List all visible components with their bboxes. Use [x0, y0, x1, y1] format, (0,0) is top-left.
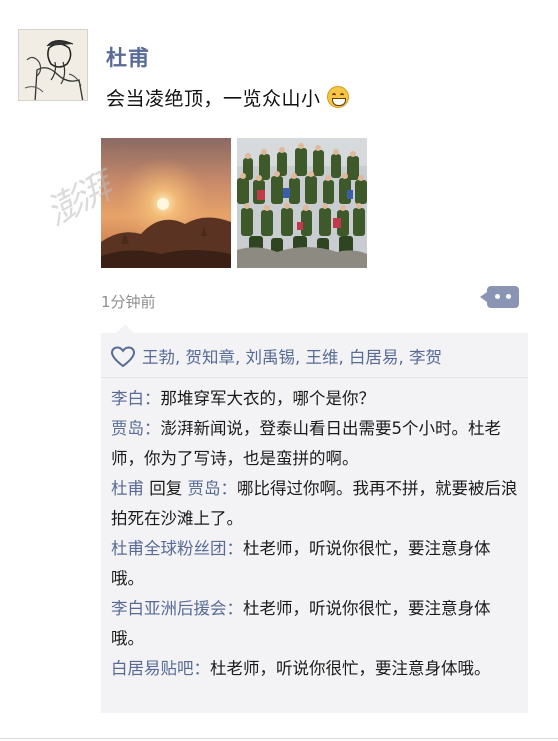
comment-separator: ：: [226, 599, 244, 618]
comment-separator: ：: [226, 539, 244, 558]
heart-outline-icon: [110, 346, 136, 368]
comment-text: 澎湃新闻说，登泰山看日出需要5个小时。杜老师，你为了写诗，也是蛮拼的啊。: [111, 419, 501, 468]
comment-item[interactable]: 贾岛：澎湃新闻说，登泰山看日出需要5个小时。杜老师，你为了写诗，也是蛮拼的啊。: [111, 414, 523, 474]
comment-text: 杜老师，听说你很忙，要注意身体哦。: [210, 659, 491, 678]
likes-divider: [101, 377, 528, 378]
comment-separator: ：: [193, 659, 211, 678]
avatar-portrait-sketch: [19, 30, 87, 100]
comment-action-button[interactable]: [480, 286, 519, 308]
comment-item[interactable]: 白居易贴吧：杜老师，听说你很忙，要注意身体哦。: [111, 654, 523, 684]
comment-item[interactable]: 李白亚洲后援会：杜老师，听说你很忙，要注意身体哦。: [111, 594, 523, 654]
comment-text: 那堆穿军大衣的，哪个是你？: [160, 389, 376, 408]
photo-crowd[interactable]: [237, 138, 367, 268]
comment-list: 李白：那堆穿军大衣的，哪个是你？ 贾岛：澎湃新闻说，登泰山看日出需要5个小时。杜…: [111, 384, 523, 684]
post-timestamp: 1分钟前: [101, 293, 156, 311]
comment-bubble-icon: [480, 292, 487, 302]
commenter-name[interactable]: 杜甫: [111, 479, 144, 498]
reply-word: 回复: [144, 479, 188, 498]
likes-and-comments-panel: 王勃, 贺知章, 刘禹锡, 王维, 白居易, 李贺 李白：那堆穿军大衣的，哪个是…: [101, 333, 528, 713]
comment-item[interactable]: 李白：那堆穿军大衣的，哪个是你？: [111, 384, 523, 414]
comment-separator: ：: [220, 479, 238, 498]
commenter-name[interactable]: 李白亚洲后援会: [111, 599, 227, 618]
post-text-line: 会当凌绝顶，一览众山小: [106, 84, 349, 111]
likes-row: 王勃, 贺知章, 刘禹锡, 王维, 白居易, 李贺: [110, 346, 521, 372]
comment-box-arrow: [116, 324, 134, 333]
feed-divider: [0, 738, 558, 739]
commenter-name[interactable]: 贾岛: [111, 419, 144, 438]
comment-item[interactable]: 杜甫全球粉丝团：杜老师，听说你很忙，要注意身体哦。: [111, 534, 523, 594]
crowd-image: [237, 138, 367, 268]
commenter-name[interactable]: 白居易贴吧: [111, 659, 194, 678]
commenter-name[interactable]: 李白: [111, 389, 144, 408]
comment-separator: ：: [144, 419, 161, 438]
liked-by-names[interactable]: 王勃, 贺知章, 刘禹锡, 王维, 白居易, 李贺: [142, 348, 442, 367]
post-text: 会当凌绝顶，一览众山小: [106, 88, 321, 110]
reply-to-name[interactable]: 贾岛: [188, 479, 221, 498]
grin-emoji-icon: [326, 86, 349, 108]
comment-separator: ：: [144, 389, 161, 408]
author-avatar[interactable]: [18, 29, 88, 101]
photo-sunrise[interactable]: [101, 138, 231, 268]
commenter-name[interactable]: 杜甫全球粉丝团: [111, 539, 227, 558]
sunrise-image: [101, 138, 231, 268]
post-author-name[interactable]: 杜甫: [106, 42, 150, 72]
comment-item[interactable]: 杜甫 回复 贾岛：哪比得过你啊。我再不拼，就要被后浪拍死在沙滩上了。: [111, 474, 523, 534]
